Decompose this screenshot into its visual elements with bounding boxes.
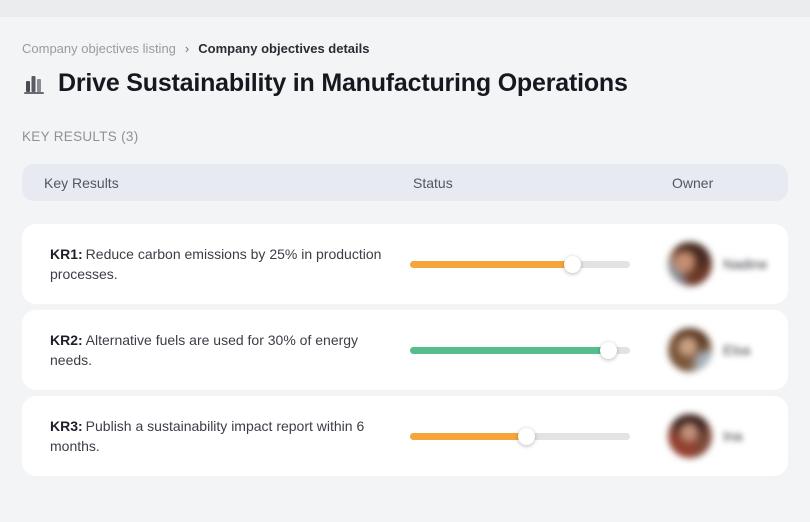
slider-thumb[interactable] xyxy=(518,427,536,445)
kr1-text: KR1: Reduce carbon emissions by 25% in pr… xyxy=(22,244,408,284)
table-row-kr2[interactable]: KR2: Alternative fuels are used for 30% o… xyxy=(22,310,788,390)
key-results-count-label: KEY RESULTS (3) xyxy=(22,129,139,144)
owner-name: Nadine xyxy=(723,256,768,272)
owner-name: Ina xyxy=(723,428,743,444)
title-row: Drive Sustainability in Manufacturing Op… xyxy=(22,69,788,98)
column-header-status: Status xyxy=(413,174,453,191)
kr3-text: KR3: Publish a sustainability impact repo… xyxy=(22,416,408,456)
progress-fill xyxy=(410,346,608,354)
objective-details-page: Company objectives listing › Company obj… xyxy=(0,41,810,476)
kr1-status-cell xyxy=(408,255,654,273)
page-title: Drive Sustainability in Manufacturing Op… xyxy=(58,69,628,97)
kr1-label: KR1: xyxy=(50,246,83,262)
chevron-right-icon: › xyxy=(184,41,190,56)
bar-chart-icon xyxy=(22,71,47,96)
owner-name: Elsa xyxy=(723,342,751,358)
progress-slider[interactable] xyxy=(410,255,630,273)
kr2-text: KR2: Alternative fuels are used for 30% o… xyxy=(22,330,408,370)
kr3-owner-cell: Ina xyxy=(654,414,788,458)
top-strip xyxy=(0,0,810,17)
kr3-status-cell xyxy=(408,427,654,445)
progress-fill xyxy=(410,432,527,440)
slider-thumb[interactable] xyxy=(564,255,582,273)
table-header: Key Results Status Owner xyxy=(22,164,788,201)
table-row-kr3[interactable]: KR3: Publish a sustainability impact repo… xyxy=(22,396,788,476)
owner-avatar xyxy=(668,242,712,286)
kr2-label: KR2: xyxy=(50,332,83,348)
slider-thumb[interactable] xyxy=(599,341,617,359)
owner-avatar xyxy=(668,414,712,458)
kr2-status-cell xyxy=(408,341,654,359)
kr3-label: KR3: xyxy=(50,418,83,434)
column-header-owner: Owner xyxy=(672,174,714,191)
progress-fill xyxy=(410,260,573,268)
column-header-key-results: Key Results xyxy=(44,174,119,191)
kr3-description: Publish a sustainability impact report w… xyxy=(50,418,365,454)
owner-avatar xyxy=(668,328,712,372)
kr1-owner-cell: Nadine xyxy=(654,242,788,286)
kr2-description: Alternative fuels are used for 30% of en… xyxy=(50,332,359,368)
progress-slider[interactable] xyxy=(410,341,630,359)
table-row-kr1[interactable]: KR1: Reduce carbon emissions by 25% in pr… xyxy=(22,224,788,304)
breadcrumb-listing-link[interactable]: Company objectives listing xyxy=(22,41,176,56)
progress-slider[interactable] xyxy=(410,427,630,445)
breadcrumb-details-current: Company objectives details xyxy=(198,41,370,56)
kr2-owner-cell: Elsa xyxy=(654,328,788,372)
kr1-description: Reduce carbon emissions by 25% in produc… xyxy=(50,246,382,282)
breadcrumb: Company objectives listing › Company obj… xyxy=(22,41,788,56)
